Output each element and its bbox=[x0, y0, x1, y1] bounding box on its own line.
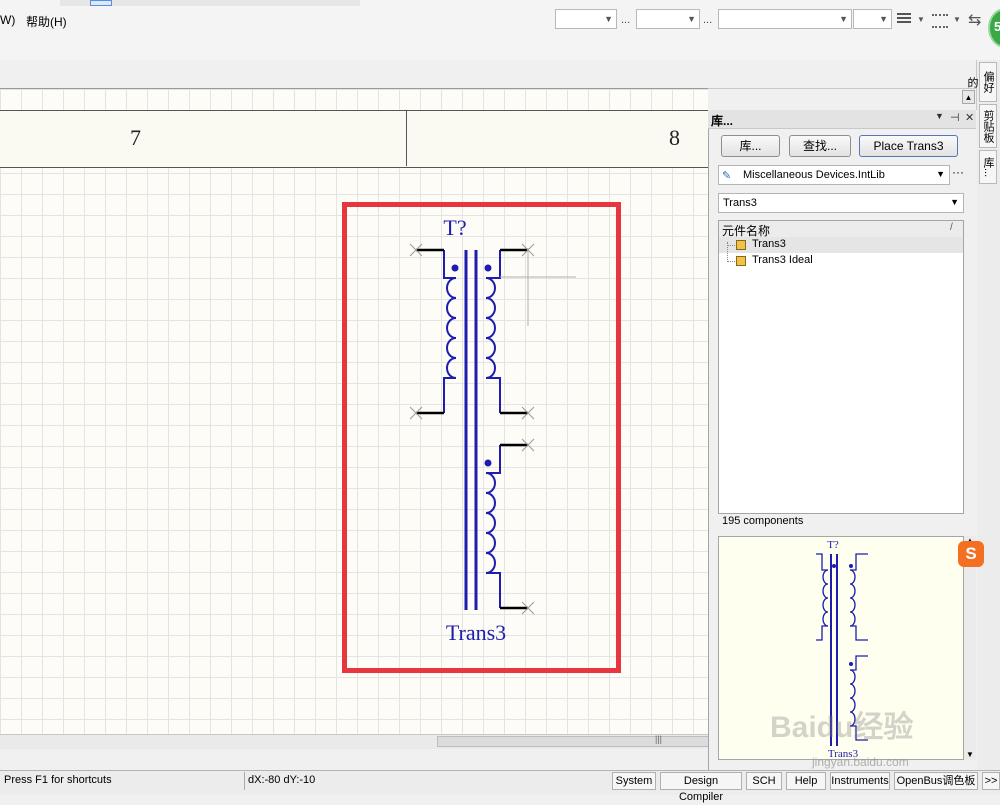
status-tab-help[interactable]: Help bbox=[786, 772, 826, 790]
component-comment[interactable]: Trans3 bbox=[446, 620, 506, 645]
tree-line bbox=[727, 245, 735, 246]
secondary1-lead-bottom bbox=[486, 377, 501, 413]
search-button[interactable]: 查找... bbox=[789, 135, 851, 157]
place-component-button[interactable]: Place Trans3 bbox=[859, 135, 958, 157]
chevron-down-icon: ▼ bbox=[936, 169, 945, 179]
sogou-ime-icon[interactable]: S bbox=[958, 541, 984, 567]
component-filter-field[interactable]: Trans3 ▼ bbox=[718, 193, 964, 213]
primary-lead-top bbox=[443, 250, 456, 279]
preview-dot bbox=[849, 564, 853, 568]
secondary1-coil bbox=[485, 277, 496, 379]
secondary2-lead-top bbox=[486, 445, 501, 474]
preview-dot bbox=[832, 564, 836, 568]
cursor-delta: dX:-80 dY:-10 bbox=[248, 774, 316, 786]
pin-end-markers bbox=[409, 243, 535, 615]
library-panel-title: 库... bbox=[711, 114, 734, 128]
status-tab-system[interactable]: System bbox=[612, 772, 656, 790]
side-tab-favorites[interactable]: 偏好的 bbox=[966, 62, 997, 102]
scroll-grip-icon: ||| bbox=[655, 734, 663, 744]
preview-secondary1-lead bbox=[850, 553, 868, 571]
status-divider bbox=[244, 772, 245, 790]
status-tab-instruments[interactable]: Instruments bbox=[830, 772, 890, 790]
line-style-icon[interactable] bbox=[897, 13, 911, 25]
component-count: 195 components bbox=[722, 515, 804, 527]
library-select-value: Miscellaneous Devices.IntLib bbox=[743, 169, 885, 181]
chevron-down-icon: ▼ bbox=[950, 197, 959, 207]
chevron-down-icon[interactable]: ▼ bbox=[953, 15, 961, 24]
chevron-down-icon: ▼ bbox=[879, 14, 888, 24]
watermark-url: jingyan.baidu.com bbox=[812, 755, 909, 769]
preview-primary-coil bbox=[822, 569, 829, 627]
status-tab-openbus[interactable]: OpenBus调色板 bbox=[894, 772, 978, 790]
secondary2-coil bbox=[485, 472, 496, 574]
pin-icon[interactable]: ⊣ bbox=[950, 111, 960, 124]
watermark-logo: Baidu经验 bbox=[770, 711, 914, 744]
library-select[interactable]: ✎ Miscellaneous Devices.IntLib ▼ bbox=[718, 165, 950, 185]
preview-secondary1-lead-bottom bbox=[850, 625, 868, 641]
list-item[interactable]: Trans3 Ideal bbox=[736, 253, 936, 269]
chevron-down-icon[interactable]: ▼ bbox=[935, 111, 944, 121]
status-hint: Press F1 for shortcuts bbox=[4, 774, 112, 786]
tree-line bbox=[727, 261, 735, 262]
component-designator[interactable]: T? bbox=[443, 215, 466, 240]
secondary2-lead-bottom bbox=[486, 572, 501, 608]
align-icon[interactable]: ⇆ bbox=[968, 10, 981, 30]
horizontal-scroll-thumb[interactable] bbox=[437, 736, 709, 747]
side-tab-libraries[interactable]: 库... bbox=[979, 150, 997, 184]
scroll-up-button[interactable]: ▲ bbox=[962, 90, 975, 104]
close-icon[interactable]: ✕ bbox=[965, 111, 974, 124]
chevron-down-icon: ▼ bbox=[839, 14, 848, 24]
primary-coil bbox=[446, 277, 457, 379]
preview-primary-lead bbox=[816, 553, 828, 571]
polarity-dot-primary bbox=[451, 264, 459, 272]
secondary1-lead-top bbox=[486, 250, 501, 279]
status-more-button[interactable]: >> bbox=[982, 772, 1000, 790]
transformer-symbol[interactable]: T? Trans3 bbox=[0, 0, 708, 760]
sort-icon[interactable]: / bbox=[950, 222, 953, 233]
list-item[interactable]: Trans3 bbox=[736, 237, 936, 253]
primary-lead-bottom bbox=[443, 377, 456, 413]
selection-highlight-box bbox=[342, 202, 621, 673]
library-more-button[interactable]: ··· bbox=[952, 165, 964, 179]
status-tab-design-compiler[interactable]: Design Compiler bbox=[660, 772, 742, 803]
preview-primary-lead-bottom bbox=[816, 625, 828, 641]
chevron-down-icon[interactable]: ▼ bbox=[917, 15, 925, 24]
polarity-dot-secondary2 bbox=[484, 459, 492, 467]
scroll-down-icon[interactable]: ▼ bbox=[966, 750, 974, 759]
preview-scrollbar[interactable] bbox=[964, 536, 976, 760]
libraries-button[interactable]: 库... bbox=[721, 135, 780, 157]
component-icon bbox=[736, 256, 746, 266]
polarity-dot-secondary1 bbox=[484, 264, 492, 272]
library-book-icon: ✎ bbox=[722, 170, 732, 182]
toolbar-combo-4[interactable]: ▼ bbox=[853, 9, 892, 29]
preview-designator: T? bbox=[827, 539, 839, 551]
side-tab-clipboard[interactable]: 剪贴板 bbox=[979, 104, 997, 148]
component-icon bbox=[736, 240, 746, 250]
toolbar-combo-3[interactable]: ▼ bbox=[718, 9, 852, 29]
dotted-line-icon[interactable] bbox=[932, 14, 948, 28]
preview-dot bbox=[849, 662, 853, 666]
status-tab-sch[interactable]: SCH bbox=[746, 772, 782, 790]
filter-value: Trans3 bbox=[723, 197, 757, 209]
preview-secondary1-coil bbox=[849, 569, 856, 627]
